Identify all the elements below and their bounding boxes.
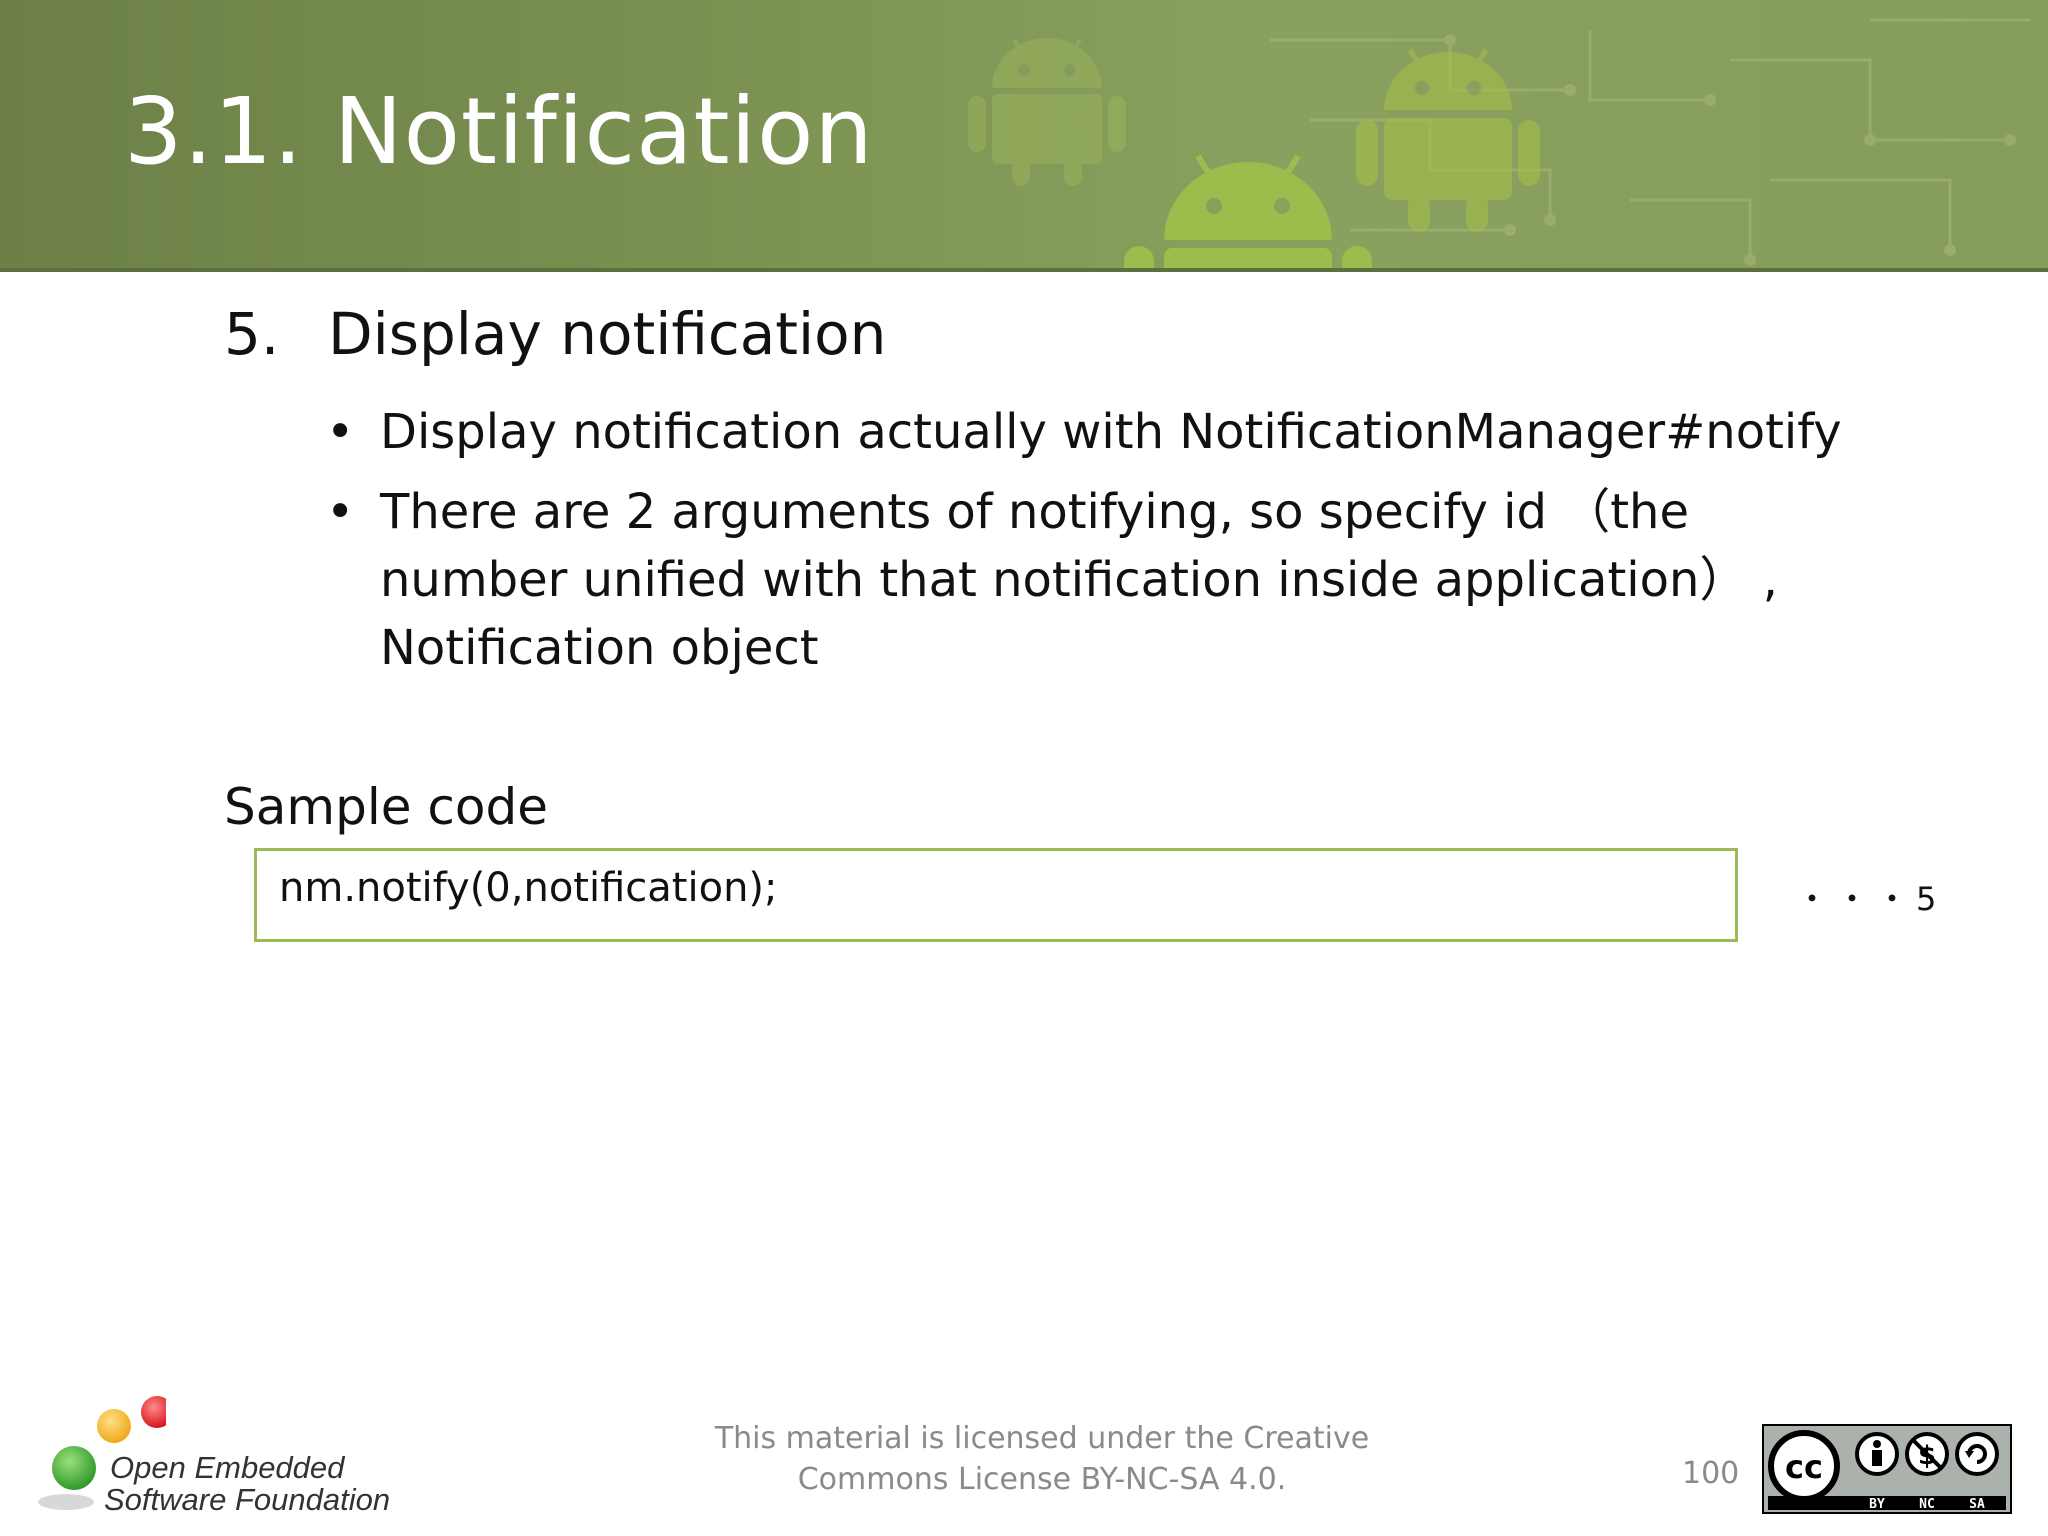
creative-commons-icon: cc $ BY NC SA [1762,1424,2012,1514]
bullet-symbol: • [326,484,355,540]
bullet-symbol: • [326,404,355,460]
bullet-text: There are 2 arguments of notifying, so s… [380,484,1778,676]
android-robot-icon [968,38,1126,186]
license-line1: This material is licensed under the Crea… [714,1421,1370,1456]
header-divider [0,268,2048,272]
bullet-item: • Display notification actually with Not… [326,398,1866,466]
bullet-list: • Display notification actually with Not… [326,398,1866,694]
bullet-item: • There are 2 arguments of notifying, so… [326,478,1866,682]
code-step-marker: ・・・5 [1796,880,1945,918]
slide-title: 3.1. Notification [124,78,874,185]
logo-text-line2: Software Foundation [104,1482,391,1517]
step-title: Display notification [328,300,887,368]
open-embedded-logo: Open Embedded Software Foundation [36,1384,396,1517]
cc-label: cc [1785,1448,1823,1486]
page-number: 100 [1682,1456,1740,1491]
step-number: 5. [224,300,280,368]
android-robot-icon [1124,154,1372,272]
code-line: nm.notify(0,notification); [279,865,778,911]
license-notice: This material is licensed under the Crea… [700,1418,1384,1500]
cc-by-label: BY [1869,1497,1885,1512]
sample-code-heading: Sample code [224,778,548,836]
android-robot-icon [1356,48,1540,232]
bullet-text: Display notification actually with Notif… [380,404,1842,460]
logo-text-line1: Open Embedded [110,1450,345,1485]
cc-sa-label: SA [1969,1497,1985,1512]
header-banner: 3.1. Notification [0,0,2048,272]
code-box: nm.notify(0,notification); [254,848,1738,942]
cc-nc-label: NC [1919,1497,1935,1512]
license-line2: Commons License BY-NC-SA 4.0. [797,1462,1287,1497]
